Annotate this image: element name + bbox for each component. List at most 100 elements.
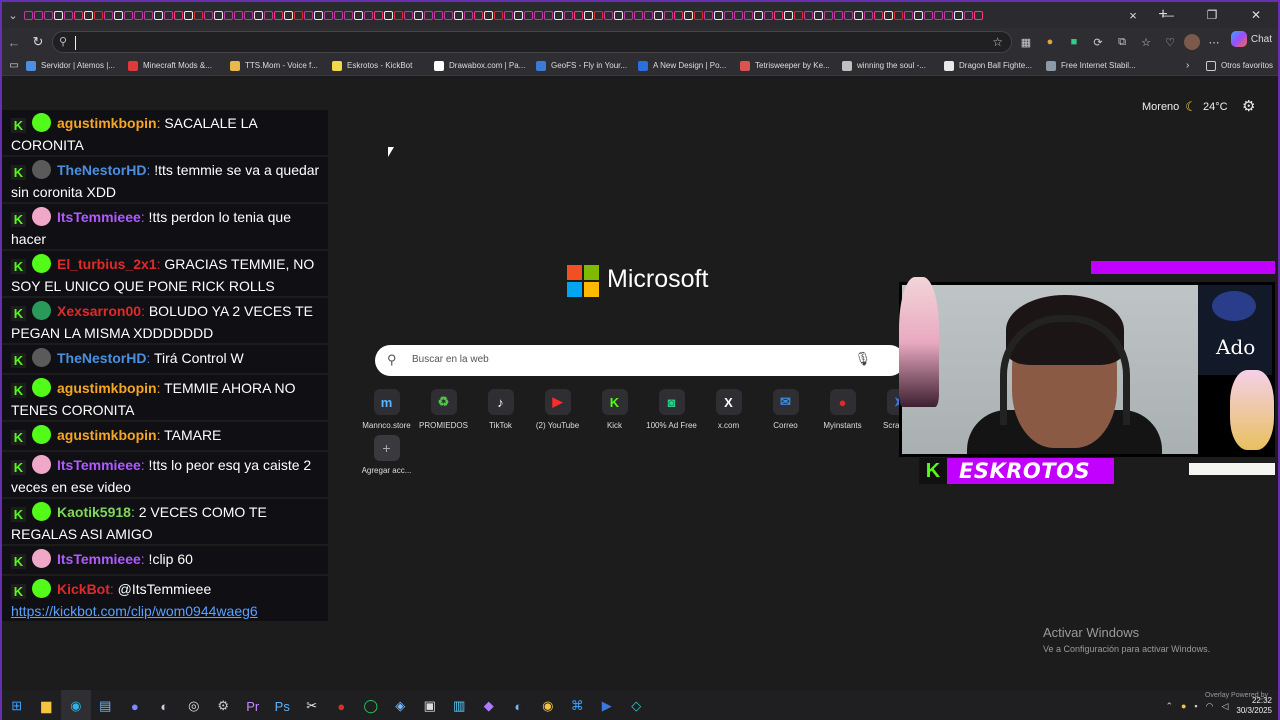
browser-tab[interactable] <box>664 10 673 20</box>
browser-tab[interactable] <box>144 10 153 20</box>
browser-tab[interactable] <box>94 10 103 20</box>
shortcut-tile[interactable]: ♻ PROMIEDOS <box>415 387 472 430</box>
other-bookmarks[interactable]: Otros favoritos <box>1206 56 1273 76</box>
clip-link[interactable]: https://kickbot.com/clip/wom0944waeg6 <box>11 603 258 619</box>
sync-icon[interactable]: ⟳ <box>1088 32 1108 52</box>
browser-tab[interactable] <box>74 10 83 20</box>
shortcut-tile[interactable]: ✉ Correo <box>757 387 814 430</box>
browser-tab[interactable] <box>174 10 183 20</box>
browser-tab[interactable] <box>414 10 423 20</box>
favorites-icon[interactable]: ☆ <box>1136 32 1156 52</box>
browser-tab[interactable] <box>784 10 793 20</box>
browser-tab[interactable] <box>484 10 493 20</box>
browser-tab[interactable] <box>274 10 283 20</box>
browser-tab[interactable] <box>904 10 913 20</box>
browser-tab[interactable] <box>764 10 773 20</box>
bookmarks-menu-icon[interactable]: ▭ <box>2 60 26 71</box>
browser-tab[interactable] <box>234 10 243 20</box>
browser-tab[interactable] <box>454 10 463 20</box>
bookmark-item[interactable]: Drawabox.com | Pa... <box>434 56 536 76</box>
browser-tab[interactable] <box>564 10 573 20</box>
browser-tab[interactable] <box>84 10 93 20</box>
back-icon[interactable]: ← <box>2 35 26 50</box>
browser-tab[interactable] <box>114 10 123 20</box>
browser-tab[interactable] <box>954 10 963 20</box>
browser-tab[interactable] <box>894 10 903 20</box>
bookmark-item[interactable]: Eskrotos - KickBot <box>332 56 434 76</box>
browser-tab[interactable] <box>974 10 983 20</box>
file-explorer-icon[interactable]: ▆ <box>32 690 62 720</box>
shortcut-tile[interactable]: m Mannco.store <box>358 387 415 430</box>
browser-tab[interactable] <box>374 10 383 20</box>
chevron-right-icon[interactable]: › <box>1186 60 1200 71</box>
browser-tab[interactable] <box>354 10 363 20</box>
edge-icon[interactable]: ◉ <box>61 690 91 720</box>
browser-tab[interactable] <box>124 10 133 20</box>
shortcut-tile[interactable]: Xx.com <box>700 387 757 430</box>
chevron-up-icon[interactable]: ⌃ <box>1165 701 1173 712</box>
browser-tab[interactable] <box>34 10 43 20</box>
close-window-icon[interactable]: ✕ <box>1234 2 1278 28</box>
minimize-icon[interactable]: — <box>1146 2 1190 28</box>
add-shortcut-tile[interactable]: + Agregar acc... <box>358 435 415 475</box>
bookmark-item[interactable]: TTS.Mom - Voice f... <box>230 56 332 76</box>
browser-tab[interactable] <box>834 10 843 20</box>
split-screen-icon[interactable]: ⧉ <box>1112 32 1132 52</box>
windows-start-icon[interactable]: ⊞ <box>2 690 32 720</box>
browser-tab[interactable] <box>284 10 293 20</box>
browser-tab[interactable] <box>714 10 723 20</box>
browser-tab[interactable] <box>824 10 833 20</box>
browser-tab[interactable] <box>804 10 813 20</box>
photoshop-icon[interactable]: Ps <box>268 690 298 720</box>
browser-tab[interactable] <box>194 10 203 20</box>
browser-tab[interactable] <box>474 10 483 20</box>
browser-tab[interactable] <box>884 10 893 20</box>
browser-tab[interactable] <box>464 10 473 20</box>
browser-tab[interactable] <box>854 10 863 20</box>
shortcut-tile[interactable]: ♪ TikTok <box>472 387 529 430</box>
browser-tab[interactable] <box>314 10 323 20</box>
browser-tab[interactable] <box>624 10 633 20</box>
tab-actions-icon[interactable]: ⌄ <box>2 9 24 22</box>
browser-tab[interactable] <box>864 10 873 20</box>
epic-games-icon[interactable]: ▣ <box>415 690 445 720</box>
system-clock[interactable]: 22:32 30/3/2025 <box>1236 696 1272 716</box>
browser-tab[interactable] <box>384 10 393 20</box>
browser-tab[interactable] <box>24 10 33 20</box>
chrome-tray-icon[interactable]: ● <box>1181 701 1186 711</box>
browser-tab[interactable] <box>744 10 753 20</box>
browser-tab[interactable] <box>444 10 453 20</box>
browser-tab[interactable] <box>494 10 503 20</box>
settings-icon[interactable]: ⚙ <box>209 690 239 720</box>
browser-tab[interactable] <box>924 10 933 20</box>
volume-icon[interactable]: ◁ <box>1221 701 1228 712</box>
browser-tab[interactable] <box>394 10 403 20</box>
tray-app-icon[interactable]: ▪ <box>1194 701 1197 711</box>
browser-tab[interactable] <box>684 10 693 20</box>
browser-tab[interactable] <box>634 10 643 20</box>
browser-tab[interactable] <box>134 10 143 20</box>
steam-icon[interactable]: ◐ <box>504 690 534 720</box>
browser-tab[interactable] <box>154 10 163 20</box>
browser-tab[interactable] <box>734 10 743 20</box>
discord-icon[interactable]: ● <box>120 690 150 720</box>
maximize-icon[interactable]: ❐ <box>1190 2 1234 28</box>
bookmark-item[interactable]: A New Design | Po... <box>638 56 740 76</box>
browser-tab[interactable] <box>694 10 703 20</box>
browser-tab[interactable] <box>214 10 223 20</box>
app-icon[interactable]: ◈ <box>386 690 416 720</box>
browser-tab[interactable] <box>614 10 623 20</box>
extension-icon[interactable]: ● <box>1040 32 1060 52</box>
wifi-icon[interactable]: ◠ <box>1206 701 1214 712</box>
store-icon[interactable]: ▤ <box>91 690 121 720</box>
app-icon[interactable]: ◇ <box>622 690 652 720</box>
profile-avatar[interactable] <box>1184 34 1200 50</box>
browser-tab[interactable] <box>844 10 853 20</box>
browser-tab[interactable] <box>294 10 303 20</box>
browser-tab[interactable] <box>674 10 683 20</box>
shortcut-tile[interactable]: K Kick <box>586 387 643 430</box>
browser-tab[interactable] <box>344 10 353 20</box>
browser-tab[interactable] <box>654 10 663 20</box>
extension-icon[interactable]: ■ <box>1064 32 1084 52</box>
browser-tab[interactable] <box>324 10 333 20</box>
